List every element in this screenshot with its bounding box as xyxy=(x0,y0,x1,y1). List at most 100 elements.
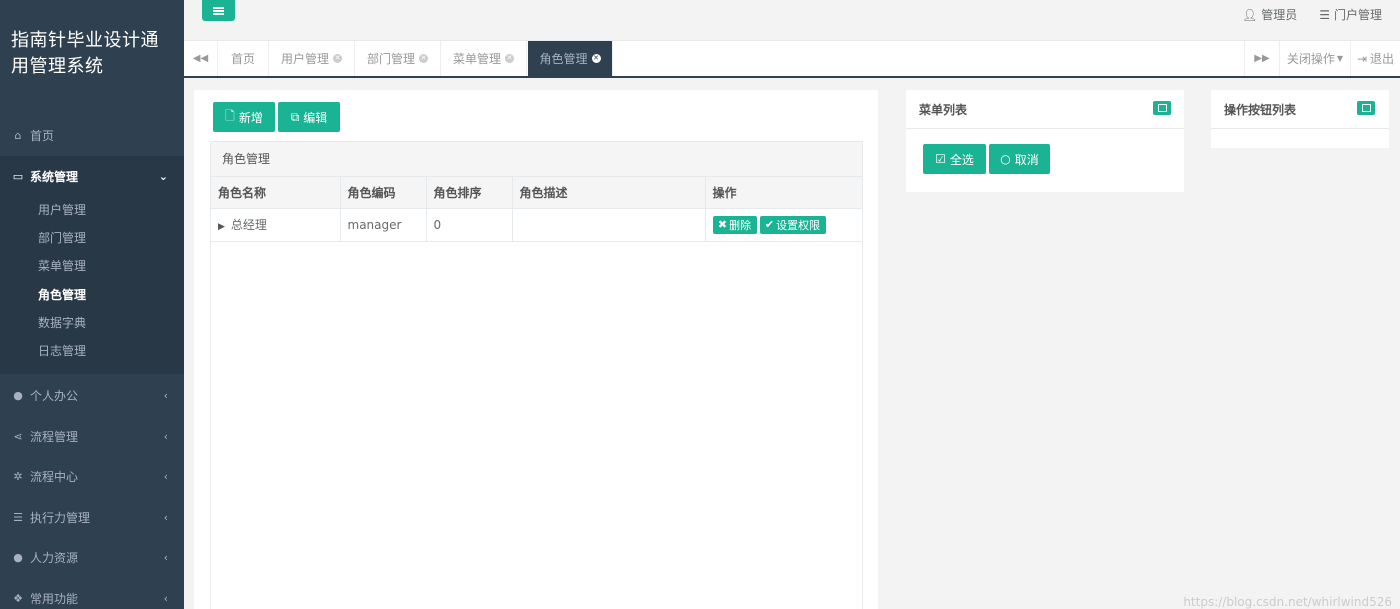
backward-icon: ◀◀ xyxy=(192,53,209,64)
hamburger-icon xyxy=(213,9,224,12)
watermark: https://blog.csdn.net/whirlwind526 xyxy=(1183,595,1392,609)
admin-link[interactable]: 👤︎ 管理员 xyxy=(1242,6,1297,23)
column-header: 角色名称 xyxy=(211,177,341,209)
select-all-button[interactable]: ☑ 全选 xyxy=(923,144,986,174)
sidebar-item-process-management[interactable]: ⋖ 流程管理 ‹ xyxy=(0,416,184,456)
close-icon[interactable]: ✕ xyxy=(505,54,514,63)
tabs-scroll-right-button[interactable]: ▶▶ xyxy=(1244,41,1279,76)
cancel-button[interactable]: ○ 取消 xyxy=(989,144,1050,174)
top-bar: 👤︎ 管理员 ☰ 门户管理 xyxy=(184,0,1400,41)
menu-list-header: 菜单列表 xyxy=(906,90,1184,129)
cubes-icon: ❖ xyxy=(13,591,23,605)
tab-roles[interactable]: 角色管理 ✕ xyxy=(528,41,613,76)
user-plus-icon: ● xyxy=(13,550,23,564)
role-code: manager xyxy=(340,208,427,242)
user-icon: ● xyxy=(13,388,23,402)
button-list-panel: 操作按钮列表 xyxy=(1211,90,1389,148)
sidebar-item-home[interactable]: ⌂ 首页 xyxy=(0,115,184,155)
admin-label: 管理员 xyxy=(1261,8,1298,22)
close-operations-dropdown[interactable]: 关闭操作 ▼ xyxy=(1279,41,1350,76)
close-icon[interactable]: ✕ xyxy=(333,54,342,63)
close-icon[interactable]: ✕ xyxy=(419,54,428,63)
sidebar-submenu: 用户管理 部门管理 菜单管理 角色管理 数据字典 日志管理 xyxy=(0,196,184,374)
menu-list-panel: 菜单列表 ☑ 全选 ○ 取消 xyxy=(906,90,1184,192)
sidebar-item-label: 首页 xyxy=(30,128,55,143)
edit-button[interactable]: ⧉ 编辑 xyxy=(278,102,340,132)
tab-users[interactable]: 用户管理 ✕ xyxy=(269,41,355,76)
logout-label: 退出 xyxy=(1370,52,1395,66)
roles-panel: 🗋︎ 新增 ⧉ 编辑 角色管理 角色名称 角色编码 角色排序 角色描述 操作 ▶… xyxy=(194,90,878,609)
chevron-left-icon: ‹ xyxy=(163,591,168,605)
delete-label: 删除 xyxy=(729,218,752,232)
sidebar-item-users[interactable]: 用户管理 xyxy=(38,197,178,223)
tab-label: 部门管理 xyxy=(366,52,415,66)
sign-out-icon: ⇥ xyxy=(1356,51,1368,66)
sidebar-item-execution[interactable]: ☰ 执行力管理 ‹ xyxy=(0,497,184,537)
close-icon[interactable]: ✕ xyxy=(591,54,601,63)
top-right-links: 👤︎ 管理员 ☰ 门户管理 xyxy=(1242,6,1382,23)
set-permissions-button[interactable]: ✔ 设置权限 xyxy=(759,215,826,234)
save-icon[interactable] xyxy=(1357,101,1375,115)
add-button[interactable]: 🗋︎ 新增 xyxy=(213,102,275,132)
delete-button[interactable]: ✖ 删除 xyxy=(712,215,757,234)
column-header: 角色描述 xyxy=(512,177,706,209)
column-header: 角色排序 xyxy=(426,177,513,209)
check-icon: ✔ xyxy=(764,218,775,231)
sidebar-item-departments[interactable]: 部门管理 xyxy=(38,225,178,251)
sidebar-item-personal-office[interactable]: ● 个人办公 ‹ xyxy=(0,375,184,415)
sidebar-group-system[interactable]: ▭ 系统管理 ⌄ xyxy=(0,156,184,196)
sidebar-item-process-center[interactable]: ✲ 流程中心 ‹ xyxy=(0,456,184,496)
sidebar-item-menus[interactable]: 菜单管理 xyxy=(38,253,178,279)
share-icon: ⋖ xyxy=(13,429,23,443)
set-permissions-label: 设置权限 xyxy=(776,218,821,232)
add-label: 新增 xyxy=(238,110,263,125)
logout-button[interactable]: ⇥ 退出 xyxy=(1350,41,1400,76)
sidebar-item-label: 执行力管理 xyxy=(30,510,91,525)
role-order: 0 xyxy=(426,208,513,242)
role-name-cell: ▶ 总经理 xyxy=(211,208,341,242)
table-header-row: 角色名称 角色编码 角色排序 角色描述 操作 xyxy=(211,177,863,209)
sidebar-item-roles[interactable]: 角色管理 xyxy=(38,282,178,308)
button-list-header: 操作按钮列表 xyxy=(1211,90,1389,129)
tabs-bar: ◀◀ 首页 用户管理 ✕ 部门管理 ✕ 菜单管理 ✕ 角色管理 ✕ ▶▶ 关闭操… xyxy=(184,41,1400,78)
menu-list-title: 菜单列表 xyxy=(919,102,968,117)
sidebar-item-label: 流程中心 xyxy=(30,469,79,484)
caret-down-icon: ▼ xyxy=(1336,54,1344,63)
monitor-icon: ▭ xyxy=(12,169,24,183)
close-operations-label: 关闭操作 xyxy=(1286,52,1335,66)
tabs-scroll-left-button[interactable]: ◀◀ xyxy=(184,41,218,76)
sidebar-item-common-functions[interactable]: ❖ 常用功能 ‹ xyxy=(0,578,184,609)
home-icon: ⌂ xyxy=(14,128,22,142)
sidebar-item-label: 常用功能 xyxy=(30,591,79,606)
sidebar-item-logs[interactable]: 日志管理 xyxy=(38,338,178,364)
select-all-label: 全选 xyxy=(949,152,974,167)
portal-link[interactable]: ☰ 门户管理 xyxy=(1319,6,1382,23)
button-list-title: 操作按钮列表 xyxy=(1224,102,1297,117)
save-icon[interactable] xyxy=(1153,101,1171,115)
copy-icon: ⧉ xyxy=(290,109,300,124)
menu-toggle-button[interactable] xyxy=(202,0,235,21)
chevron-left-icon: ‹ xyxy=(163,510,168,524)
tab-home[interactable]: 首页 xyxy=(218,41,269,76)
tab-label: 角色管理 xyxy=(539,52,588,66)
file-icon: 🗋︎ xyxy=(225,108,235,123)
roles-table-box: 角色管理 角色名称 角色编码 角色排序 角色描述 操作 ▶ 总经理 manager… xyxy=(210,141,863,609)
list-icon: ☰ xyxy=(13,510,23,524)
roles-table: 角色名称 角色编码 角色排序 角色描述 操作 ▶ 总经理 manager 0 ✖ … xyxy=(211,177,863,242)
tab-label: 首页 xyxy=(230,52,255,66)
sidebar-item-label: 流程管理 xyxy=(30,429,79,444)
column-header: 角色编码 xyxy=(340,177,427,209)
portal-label: 门户管理 xyxy=(1333,8,1382,22)
chevron-left-icon: ‹ xyxy=(163,469,168,483)
remove-icon: ✖ xyxy=(717,218,728,231)
list-icon: ☰ xyxy=(1319,7,1330,22)
sidebar-item-label: 人力资源 xyxy=(30,550,79,565)
caret-right-icon[interactable]: ▶ xyxy=(218,222,225,232)
sidebar-item-hr[interactable]: ● 人力资源 ‹ xyxy=(0,537,184,577)
sidebar-item-dictionary[interactable]: 数据字典 xyxy=(38,310,178,336)
tabs-right-controls: ▶▶ 关闭操作 ▼ ⇥ 退出 xyxy=(1244,41,1400,76)
tab-departments[interactable]: 部门管理 ✕ xyxy=(355,41,441,76)
chevron-left-icon: ‹ xyxy=(163,388,168,402)
table-row[interactable]: ▶ 总经理 manager 0 ✖ 删除 ✔ 设置权限 xyxy=(211,208,863,242)
tab-menus[interactable]: 菜单管理 ✕ xyxy=(441,41,527,76)
